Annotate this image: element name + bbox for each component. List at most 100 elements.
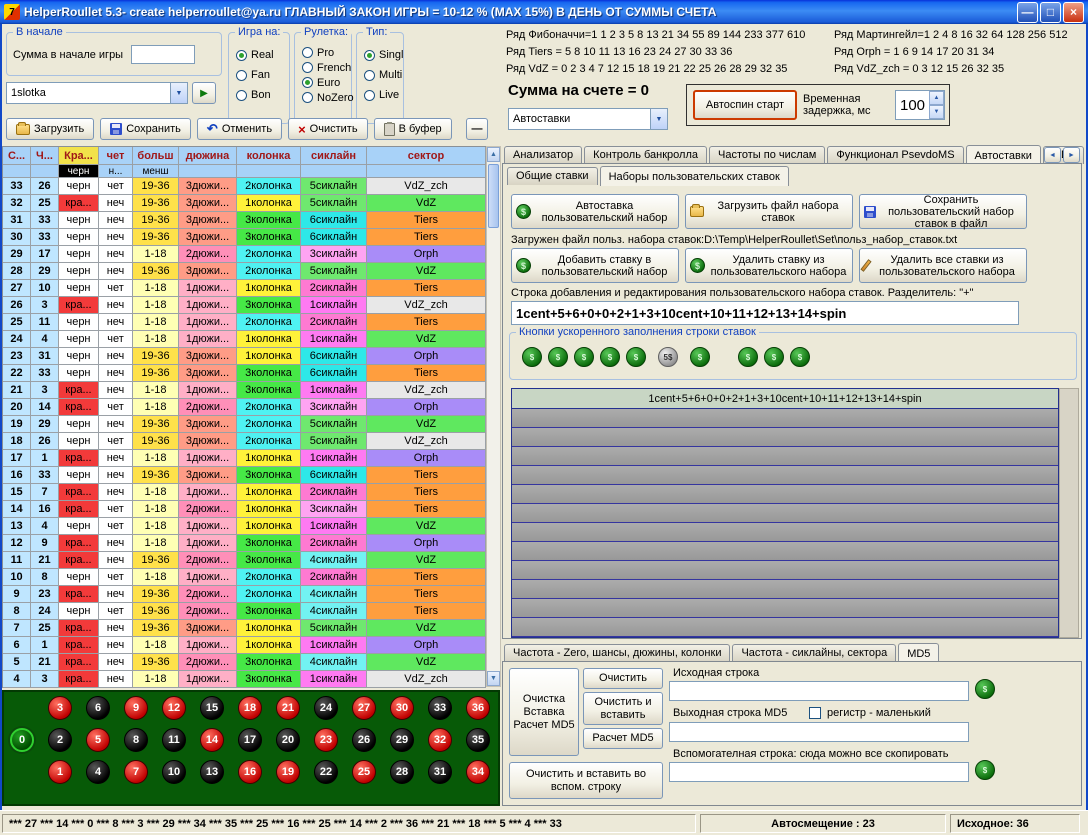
- quick-coin-button-6[interactable]: $: [690, 347, 710, 367]
- bet-list-row[interactable]: [512, 618, 1058, 637]
- bet-list-row[interactable]: [512, 523, 1058, 542]
- bottom-tab-2[interactable]: MD5: [898, 643, 939, 663]
- md5-output-input[interactable]: [669, 722, 969, 742]
- autobet-combo[interactable]: Автоставки ▼: [508, 108, 668, 130]
- set-button[interactable]: Удалить ставку из пользовательского набо…: [685, 248, 853, 283]
- board-number-35[interactable]: 35: [466, 728, 490, 752]
- table-row[interactable]: 1826чернчет19-363дюжи...2колонка5сиклайн…: [3, 433, 486, 450]
- main-tab-3[interactable]: Функционал PsevdoMS: [827, 146, 963, 164]
- md5-aux-input[interactable]: [669, 762, 969, 782]
- board-number-22[interactable]: 22: [314, 760, 338, 784]
- board-number-5[interactable]: 5: [86, 728, 110, 752]
- table-row[interactable]: 2917черннеч1-182дюжи...2колонка3сиклайнO…: [3, 246, 486, 263]
- tab-scroll-right-icon[interactable]: ►: [1063, 147, 1080, 163]
- table-row[interactable]: 134чернчет1-181дюжи...1колонка1сиклайнVd…: [3, 518, 486, 535]
- table-row[interactable]: 725кра...неч19-363дюжи...1колонка5сиклай…: [3, 620, 486, 637]
- sub-tab-1[interactable]: Наборы пользовательских ставок: [600, 166, 789, 186]
- quick-coin-button-2[interactable]: $: [574, 347, 594, 367]
- bet-list-row[interactable]: [512, 428, 1058, 447]
- set-button[interactable]: Добавить ставку в пользовательский набор: [511, 248, 679, 283]
- board-number-4[interactable]: 4: [86, 760, 110, 784]
- board-number-30[interactable]: 30: [390, 696, 414, 720]
- radio-french[interactable]: French: [302, 60, 349, 75]
- set-button[interactable]: Автоставка пользовательский набор: [511, 194, 679, 229]
- close-button[interactable]: ×: [1063, 2, 1084, 23]
- table-row[interactable]: 1416кра...чет1-182дюжи...1колонка3сиклай…: [3, 501, 486, 518]
- results-table[interactable]: С...Ч...Кра...четбольшдюжинаколонкасикла…: [2, 146, 486, 688]
- toolbar-clipboard-button[interactable]: В буфер: [374, 118, 452, 140]
- board-number-33[interactable]: 33: [428, 696, 452, 720]
- main-tab-0[interactable]: Анализатор: [504, 146, 582, 164]
- bet-list-row[interactable]: [512, 504, 1058, 523]
- radio-singl[interactable]: Singl: [364, 45, 401, 65]
- table-row[interactable]: 2233черннеч19-363дюжи...3колонка6сиклайн…: [3, 365, 486, 382]
- bet-string-input[interactable]: [511, 301, 1019, 325]
- radio-real[interactable]: Real: [236, 45, 287, 65]
- bet-list-row[interactable]: [512, 485, 1058, 504]
- table-row[interactable]: 3326чернчет19-363дюжи...2колонка5сиклайн…: [3, 178, 486, 195]
- board-number-28[interactable]: 28: [390, 760, 414, 784]
- delay-spinner[interactable]: 100 ▲ ▼: [895, 90, 945, 120]
- set-button[interactable]: Загрузить файл набора ставок: [685, 194, 853, 229]
- radio-fan[interactable]: Fan: [236, 65, 287, 85]
- clear-button[interactable]: Очистить: [583, 668, 663, 689]
- table-row[interactable]: 1121кра...неч19-362дюжи...3колонка4сикла…: [3, 552, 486, 569]
- board-number-11[interactable]: 11: [162, 728, 186, 752]
- table-row[interactable]: 2829черннеч19-363дюжи...2колонка5сиклайн…: [3, 263, 486, 280]
- board-number-31[interactable]: 31: [428, 760, 452, 784]
- board-number-19[interactable]: 19: [276, 760, 300, 784]
- table-row[interactable]: 129кра...неч1-181дюжи...3колонка2сиклайн…: [3, 535, 486, 552]
- table-row[interactable]: 1633черннеч19-363дюжи...3колонка6сиклайн…: [3, 467, 486, 484]
- clear-and-paste-button[interactable]: Очистить и вставить: [583, 692, 663, 725]
- paste-coin-button[interactable]: $: [975, 679, 995, 699]
- table-scrollbar[interactable]: ▲ ▼: [486, 146, 501, 687]
- list-scrollbar[interactable]: [1059, 388, 1079, 638]
- calc-md5-button[interactable]: Расчет MD5: [583, 728, 663, 749]
- radio-bon[interactable]: Bon: [236, 85, 287, 105]
- table-row[interactable]: 3033черннеч19-363дюжи...3колонка6сиклайн…: [3, 229, 486, 246]
- bottom-tab-1[interactable]: Частота - сиклайны, сектора: [732, 644, 896, 662]
- board-number-24[interactable]: 24: [314, 696, 338, 720]
- board-number-6[interactable]: 6: [86, 696, 110, 720]
- board-number-9[interactable]: 9: [124, 696, 148, 720]
- table-row[interactable]: 521кра...неч19-362дюжи...3колонка4сиклай…: [3, 654, 486, 671]
- tab-scroll-left-icon[interactable]: ◄: [1044, 147, 1061, 163]
- md5-source-input[interactable]: [669, 681, 969, 701]
- board-number-0[interactable]: 0: [10, 728, 34, 752]
- quick-coin-button-3[interactable]: $: [600, 347, 620, 367]
- table-row[interactable]: 824чернчет19-362дюжи...3колонка4сиклайнT…: [3, 603, 486, 620]
- bet-list-row[interactable]: [512, 542, 1058, 561]
- board-number-27[interactable]: 27: [352, 696, 376, 720]
- radio-pro[interactable]: Pro: [302, 45, 349, 60]
- board-number-2[interactable]: 2: [48, 728, 72, 752]
- radio-euro[interactable]: Euro: [302, 75, 349, 90]
- bet-list-row[interactable]: [512, 466, 1058, 485]
- bet-list-row[interactable]: [512, 561, 1058, 580]
- board-number-12[interactable]: 12: [162, 696, 186, 720]
- toolbar-undo-button[interactable]: ↶Отменить: [197, 118, 282, 140]
- table-row[interactable]: 157кра...неч1-181дюжи...1колонка2сиклайн…: [3, 484, 486, 501]
- table-row[interactable]: 213кра...неч1-181дюжи...3колонка1сиклайн…: [3, 382, 486, 399]
- quick-coin-button-1[interactable]: $: [548, 347, 568, 367]
- table-row[interactable]: 61кра...неч1-181дюжи...1колонка1сиклайнO…: [3, 637, 486, 654]
- scroll-thumb[interactable]: [488, 164, 499, 228]
- board-number-21[interactable]: 21: [276, 696, 300, 720]
- toolbar-folder-button[interactable]: Загрузить: [6, 118, 94, 140]
- table-row[interactable]: 2014кра...чет1-182дюжи...2колонка3сиклай…: [3, 399, 486, 416]
- table-row[interactable]: 43кра...неч1-181дюжи...3колонка1сиклайнV…: [3, 671, 486, 688]
- quick-coin-button-4[interactable]: $: [626, 347, 646, 367]
- board-number-36[interactable]: 36: [466, 696, 490, 720]
- set-button[interactable]: Удалить все ставки из пользовательского …: [859, 248, 1027, 283]
- board-number-14[interactable]: 14: [200, 728, 224, 752]
- set-button[interactable]: Сохранить пользовательский набор ставок …: [859, 194, 1027, 229]
- main-tab-1[interactable]: Контроль банкролла: [584, 146, 707, 164]
- board-number-34[interactable]: 34: [466, 760, 490, 784]
- board-number-1[interactable]: 1: [48, 760, 72, 784]
- board-number-20[interactable]: 20: [276, 728, 300, 752]
- quick-coin-button-9[interactable]: $: [790, 347, 810, 367]
- quick-coin-button-0[interactable]: $: [522, 347, 542, 367]
- table-row[interactable]: 2710чернчет1-181дюжи...1колонка2сиклайнT…: [3, 280, 486, 297]
- slot-combo[interactable]: 1slotka ▼: [6, 82, 188, 104]
- board-number-32[interactable]: 32: [428, 728, 452, 752]
- table-row[interactable]: 3133черннеч19-363дюжи...3колонка6сиклайн…: [3, 212, 486, 229]
